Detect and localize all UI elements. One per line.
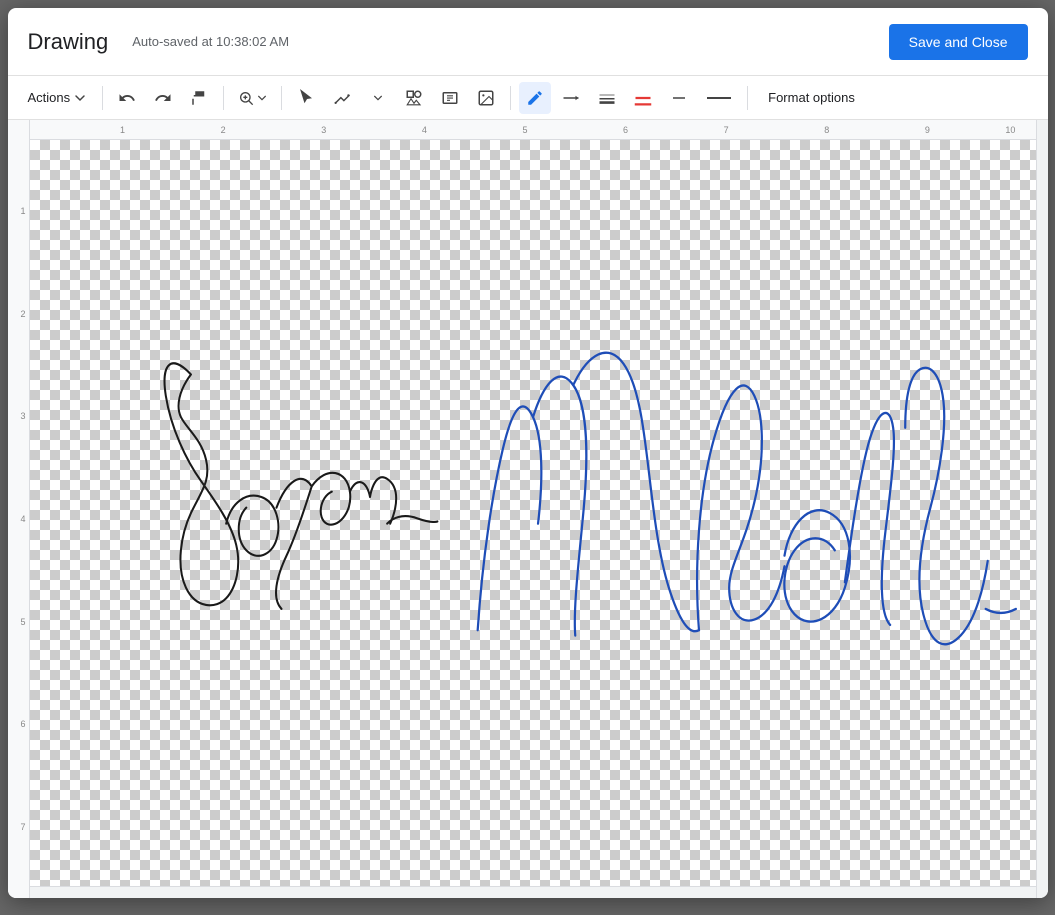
drawing-dialog: Drawing Auto-saved at 10:38:02 AM Save a… [8,8,1048,898]
line-weight-button[interactable] [591,82,623,114]
actions-label: Actions [28,90,71,105]
format-options-button[interactable]: Format options [760,82,863,114]
line-color-button[interactable] [627,82,659,114]
short-line-button[interactable] [663,82,695,114]
toolbar-divider-1 [102,86,103,110]
line-weight-icon [598,89,616,107]
shape-icon [405,89,423,107]
line-tool-button[interactable] [326,82,358,114]
paint-format-icon [190,89,208,107]
save-and-close-button[interactable]: Save and Close [889,24,1028,60]
dialog-title: Drawing [28,29,109,55]
paint-format-button[interactable] [183,82,215,114]
textbox-icon [441,89,459,107]
ruler-top-mark-1: 1 [120,125,125,135]
ruler-left-mark-4: 4 [8,514,29,524]
chevron-down-icon [74,92,86,104]
ruler-left-mark-1: 1 [8,206,29,216]
dashed-line-icon [705,89,733,107]
ruler-top-mark-4: 4 [422,125,427,135]
drawing-toolbar: Actions [8,76,1048,120]
chevron-down-icon-line [373,93,383,103]
line-draw-icon [333,89,351,107]
line-tool-dropdown[interactable] [362,82,394,114]
actions-menu-button[interactable]: Actions [20,82,95,114]
autosave-status: Auto-saved at 10:38:02 AM [132,34,888,49]
ruler-top-mark-5: 5 [522,125,527,135]
undo-button[interactable] [111,82,143,114]
ruler-top-mark-10: 10 [1005,125,1015,135]
canvas-area: 1 2 3 4 5 6 7 1 2 3 4 5 6 7 8 [8,120,1048,898]
select-tool-button[interactable] [290,82,322,114]
dashed-line-button[interactable] [699,82,739,114]
ruler-top-mark-8: 8 [824,125,829,135]
canvas-container: 1 2 3 4 5 6 7 8 9 10 [30,120,1036,898]
textbox-tool-button[interactable] [434,82,466,114]
toolbar-divider-2 [223,86,224,110]
redo-button[interactable] [147,82,179,114]
shape-tool-button[interactable] [398,82,430,114]
scrollbar-bottom[interactable] [30,886,1036,898]
ruler-top-mark-2: 2 [221,125,226,135]
line-style-icon [562,89,580,107]
image-icon [477,89,495,107]
ruler-left-mark-6: 6 [8,719,29,729]
ruler-left-mark-3: 3 [8,411,29,421]
short-line-icon [670,89,688,107]
zoom-button[interactable] [232,82,273,114]
zoom-icon [238,90,254,106]
pen-icon [526,89,544,107]
undo-icon [118,89,136,107]
ruler-top: 1 2 3 4 5 6 7 8 9 10 [30,120,1036,140]
ruler-top-marks: 1 2 3 4 5 6 7 8 9 10 [30,120,1036,137]
ruler-top-mark-6: 6 [623,125,628,135]
redo-icon [154,89,172,107]
ruler-top-mark-9: 9 [925,125,930,135]
toolbar-divider-5 [747,86,748,110]
ruler-left-mark-7: 7 [8,822,29,832]
drawing-canvas-inner [30,140,1036,886]
drawing-canvas[interactable] [30,140,1036,886]
ruler-left: 1 2 3 4 5 6 7 [8,120,30,898]
ruler-top-mark-7: 7 [724,125,729,135]
pen-tool-button[interactable] [519,82,551,114]
line-style-button[interactable] [555,82,587,114]
image-tool-button[interactable] [470,82,502,114]
toolbar-divider-4 [510,86,511,110]
scrollbar-right[interactable] [1036,120,1048,898]
chevron-down-icon-zoom [257,93,267,103]
cursor-icon [297,89,315,107]
ruler-left-mark-5: 5 [8,617,29,627]
ruler-top-mark-3: 3 [321,125,326,135]
line-color-icon [634,89,652,107]
ruler-left-mark-2: 2 [8,309,29,319]
dialog-header: Drawing Auto-saved at 10:38:02 AM Save a… [8,8,1048,76]
signature-drawing [30,140,1036,886]
toolbar-divider-3 [281,86,282,110]
